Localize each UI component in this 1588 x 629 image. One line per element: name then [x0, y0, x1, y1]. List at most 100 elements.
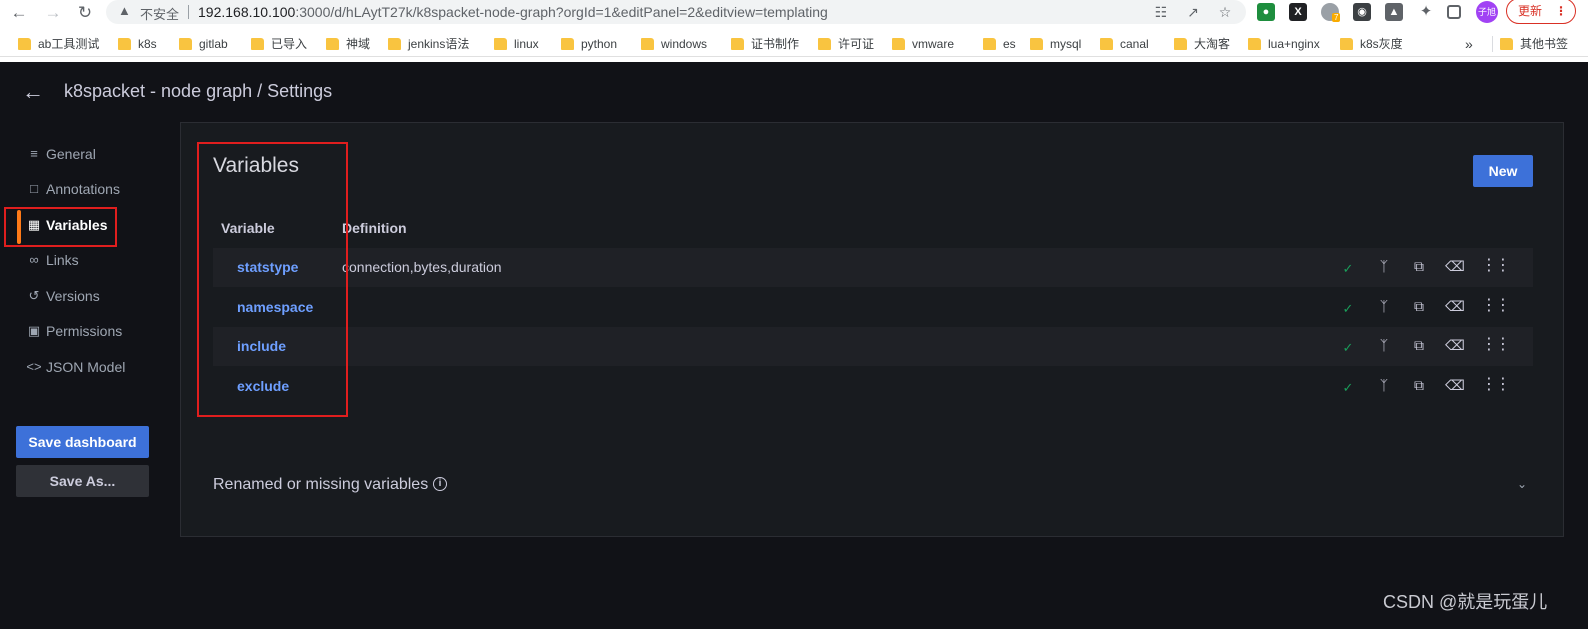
- delete-trash-icon[interactable]: ⌫: [1445, 375, 1465, 395]
- warning-icon[interactable]: ▲: [118, 3, 134, 19]
- address-bar[interactable]: ▲ 不安全 192.168.10.100:3000/d/hLAytT27k/k8…: [106, 0, 1246, 24]
- share-icon[interactable]: ↗: [1184, 3, 1202, 21]
- extensions-puzzle-icon[interactable]: ✦: [1417, 3, 1435, 21]
- forward-icon[interactable]: →: [42, 2, 64, 24]
- bookmark-label: 大淘客: [1194, 37, 1231, 51]
- dependencies-branch-icon[interactable]: ᛉ: [1374, 335, 1394, 355]
- update-label: 更新: [1518, 4, 1543, 18]
- drag-handle-icon[interactable]: ⋮⋮: [1481, 296, 1511, 316]
- bookmark-item[interactable]: 神域: [326, 36, 370, 52]
- folder-icon: [179, 38, 192, 50]
- bookmark-star-icon[interactable]: ☆: [1216, 3, 1234, 21]
- bookmark-item[interactable]: python: [561, 36, 617, 52]
- new-variable-button[interactable]: New: [1473, 155, 1533, 187]
- watermark: CSDN @就是玩蛋儿: [1383, 592, 1548, 612]
- extension-mask-icon[interactable]: ◉: [1353, 3, 1371, 21]
- table-row: namespace ✓ ᛉ ⧉ ⌫ ⋮⋮: [213, 288, 1533, 327]
- bookmark-item[interactable]: k8s: [118, 36, 157, 52]
- validated-check-icon: ✓: [1342, 301, 1354, 316]
- bookmark-item[interactable]: jenkins语法: [388, 36, 469, 52]
- bookmark-label: ab工具测试: [38, 37, 100, 51]
- extension-evernote-icon[interactable]: ●: [1257, 3, 1275, 21]
- validated-check-icon: ✓: [1342, 380, 1354, 395]
- info-icon[interactable]: i: [433, 477, 447, 491]
- delete-trash-icon[interactable]: ⌫: [1445, 335, 1465, 355]
- duplicate-copy-icon[interactable]: ⧉: [1409, 335, 1429, 355]
- extension-x-icon[interactable]: X: [1289, 3, 1307, 21]
- sidebar-item-annotations[interactable]: □ Annotations: [22, 175, 182, 203]
- drag-handle-icon[interactable]: ⋮⋮: [1481, 375, 1511, 395]
- sidebar-item-variables[interactable]: ▦ Variables: [22, 211, 182, 239]
- duplicate-copy-icon[interactable]: ⧉: [1409, 375, 1429, 395]
- bookmark-item[interactable]: 已导入: [251, 36, 307, 52]
- update-button[interactable]: 更新 ⋮: [1506, 0, 1576, 24]
- bookmark-other[interactable]: 其他书签: [1500, 36, 1568, 52]
- extension-badge: 7: [1332, 13, 1341, 22]
- dependencies-branch-icon[interactable]: ᛉ: [1374, 375, 1394, 395]
- delete-trash-icon[interactable]: ⌫: [1445, 296, 1465, 316]
- bookmark-item[interactable]: 大淘客: [1174, 36, 1230, 52]
- bookmark-item[interactable]: mysql: [1030, 36, 1081, 52]
- omnibox-divider: [188, 5, 189, 19]
- bookmark-item[interactable]: linux: [494, 36, 539, 52]
- extension-shield-icon[interactable]: ▲: [1385, 3, 1403, 21]
- url-text[interactable]: 192.168.10.100:3000/d/hLAytT27k/k8spacke…: [198, 4, 828, 20]
- bookmark-item[interactable]: ab工具测试: [18, 36, 99, 52]
- bookmark-item[interactable]: 许可证: [818, 36, 874, 52]
- sidebar-item-label: General: [46, 146, 96, 162]
- folder-icon: [731, 38, 744, 50]
- sidebar-item-links[interactable]: ∞ Links: [22, 246, 182, 274]
- dependencies-branch-icon[interactable]: ᛉ: [1374, 256, 1394, 276]
- browser-chrome: ← → ↻ ▲ 不安全 192.168.10.100:3000/d/hLAytT…: [0, 0, 1588, 62]
- back-icon[interactable]: ←: [8, 2, 30, 24]
- bookmark-label: canal: [1120, 37, 1149, 51]
- save-as-button[interactable]: Save As...: [16, 465, 149, 497]
- sidebar-item-general[interactable]: ≡ General: [22, 140, 182, 168]
- drag-handle-icon[interactable]: ⋮⋮: [1481, 256, 1511, 276]
- insecure-label[interactable]: 不安全: [140, 4, 179, 23]
- sidebar-item-json-model[interactable]: <> JSON Model: [22, 353, 182, 381]
- duplicate-copy-icon[interactable]: ⧉: [1409, 296, 1429, 316]
- reload-icon[interactable]: ↻: [74, 2, 96, 24]
- sidebar-item-label: Variables: [46, 217, 108, 233]
- sidebar-item-versions[interactable]: ↺ Versions: [22, 282, 182, 310]
- bookmark-item[interactable]: 证书制作: [731, 36, 799, 52]
- folder-icon: [326, 38, 339, 50]
- link-icon: ∞: [29, 252, 39, 267]
- save-dashboard-button[interactable]: Save dashboard: [16, 426, 149, 458]
- bookmark-item[interactable]: k8s灰度: [1340, 36, 1403, 52]
- drag-handle-icon[interactable]: ⋮⋮: [1481, 335, 1511, 355]
- folder-icon: [118, 38, 131, 50]
- column-header-definition: Definition: [342, 220, 407, 236]
- bookmark-item[interactable]: gitlab: [179, 36, 228, 52]
- bookmarks-overflow-icon[interactable]: »: [1465, 36, 1473, 52]
- renamed-missing-variables-toggle[interactable]: Renamed or missing variables: [213, 476, 428, 494]
- table-row: exclude ✓ ᛉ ⧉ ⌫ ⋮⋮: [213, 367, 1533, 406]
- variables-highlight-box: [197, 142, 348, 417]
- page-title: k8spacket - node graph / Settings: [64, 81, 333, 101]
- bookmark-label: vmware: [912, 37, 955, 51]
- bookmarks-bar: ab工具测试 k8s gitlab 已导入 神域 jenkins语法 linux python…: [0, 31, 1588, 57]
- folder-icon: [251, 38, 264, 50]
- chevron-down-icon[interactable]: ⌄: [1517, 477, 1527, 491]
- back-arrow-icon[interactable]: ←: [22, 79, 44, 105]
- delete-trash-icon[interactable]: ⌫: [1445, 256, 1465, 276]
- duplicate-copy-icon[interactable]: ⧉: [1409, 256, 1429, 276]
- bookmark-item[interactable]: lua+nginx: [1248, 36, 1320, 52]
- folder-icon: [494, 38, 507, 50]
- translate-icon[interactable]: ☷: [1152, 3, 1170, 21]
- bookmark-label: 神域: [346, 37, 371, 51]
- bookmark-label: k8s灰度: [1360, 37, 1403, 51]
- folder-icon: [892, 38, 905, 50]
- bookmark-item[interactable]: vmware: [892, 36, 954, 52]
- sidebar-item-permissions[interactable]: ▣ Permissions: [22, 317, 182, 345]
- bookmark-label: windows: [661, 37, 708, 51]
- bookmark-item[interactable]: windows: [641, 36, 707, 52]
- side-panel-icon[interactable]: [1447, 5, 1461, 19]
- sidebar-item-label: Versions: [46, 288, 100, 304]
- dependencies-branch-icon[interactable]: ᛉ: [1374, 296, 1394, 316]
- bookmark-item[interactable]: canal: [1100, 36, 1149, 52]
- variable-definition: connection,bytes,duration: [342, 259, 502, 275]
- bookmark-item[interactable]: es: [983, 36, 1016, 52]
- profile-avatar[interactable]: 子旭: [1476, 1, 1498, 23]
